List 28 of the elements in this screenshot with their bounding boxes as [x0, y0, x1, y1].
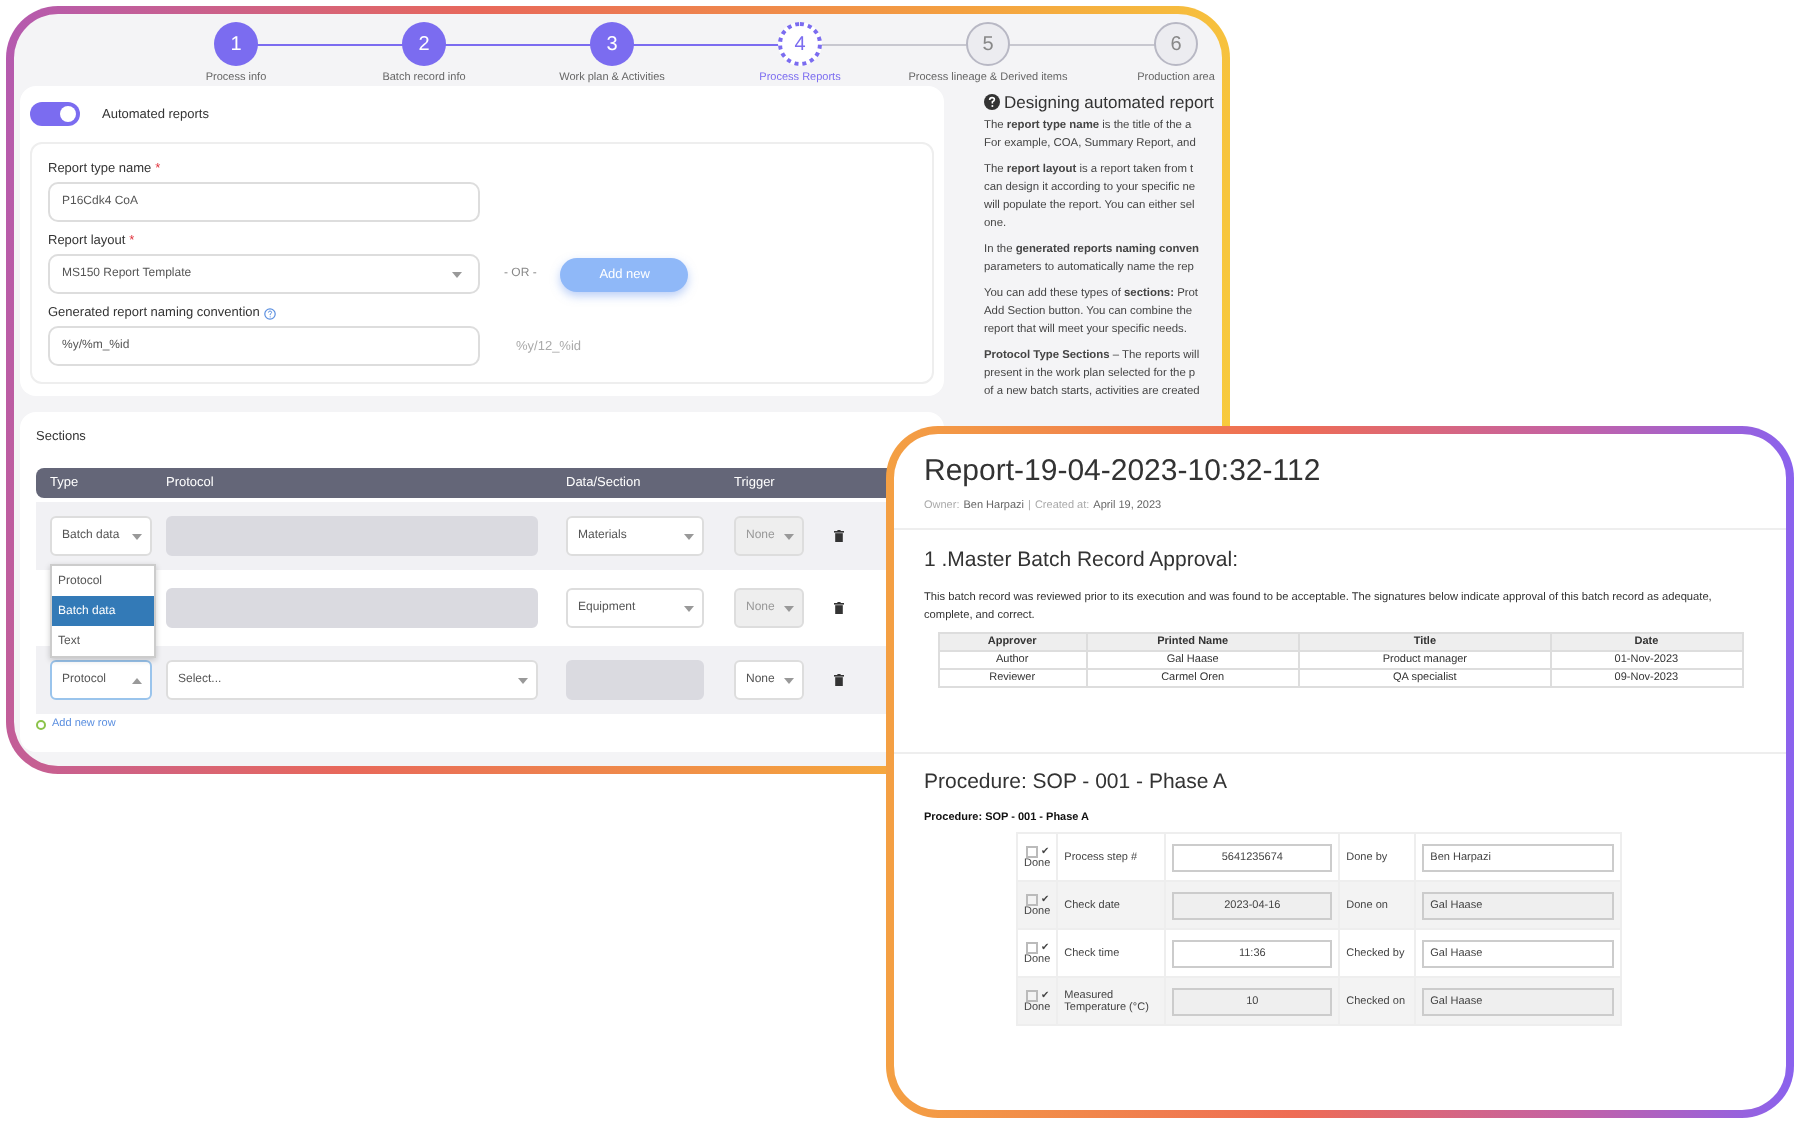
- add-icon[interactable]: [36, 719, 46, 729]
- toggle-switch[interactable]: [30, 102, 80, 126]
- report-title: Report-19-04-2023-10:32-112: [924, 454, 1323, 488]
- help-title: Designing automated report: [1004, 92, 1214, 112]
- checkbox[interactable]: [1025, 845, 1038, 858]
- help-icon[interactable]: [263, 307, 276, 319]
- checkbox[interactable]: [1025, 893, 1038, 906]
- caret-icon: [784, 677, 794, 683]
- trash-icon[interactable]: [834, 602, 844, 614]
- caret-icon: [518, 677, 528, 683]
- checkbox[interactable]: [1025, 941, 1038, 954]
- caret-icon: [684, 533, 694, 539]
- section-heading: 1 .Master Batch Record Approval:: [924, 548, 1240, 572]
- trash-icon[interactable]: [834, 530, 844, 542]
- step-circle[interactable]: 4: [778, 22, 822, 66]
- step-circle[interactable]: 3: [590, 22, 634, 66]
- caret-icon: [684, 605, 694, 611]
- question-icon: [984, 94, 1000, 110]
- caret-icon: [452, 271, 462, 277]
- caret-icon: [784, 605, 794, 611]
- procedure-heading: Procedure: SOP - 001 - Phase A: [924, 770, 1230, 794]
- trash-icon[interactable]: [834, 674, 844, 686]
- step-circle[interactable]: 1: [214, 22, 258, 66]
- caret-icon: [132, 677, 142, 683]
- caret-icon: [132, 533, 142, 539]
- caret-icon: [784, 533, 794, 539]
- checkbox[interactable]: [1025, 989, 1038, 1002]
- step-circle[interactable]: 2: [402, 22, 446, 66]
